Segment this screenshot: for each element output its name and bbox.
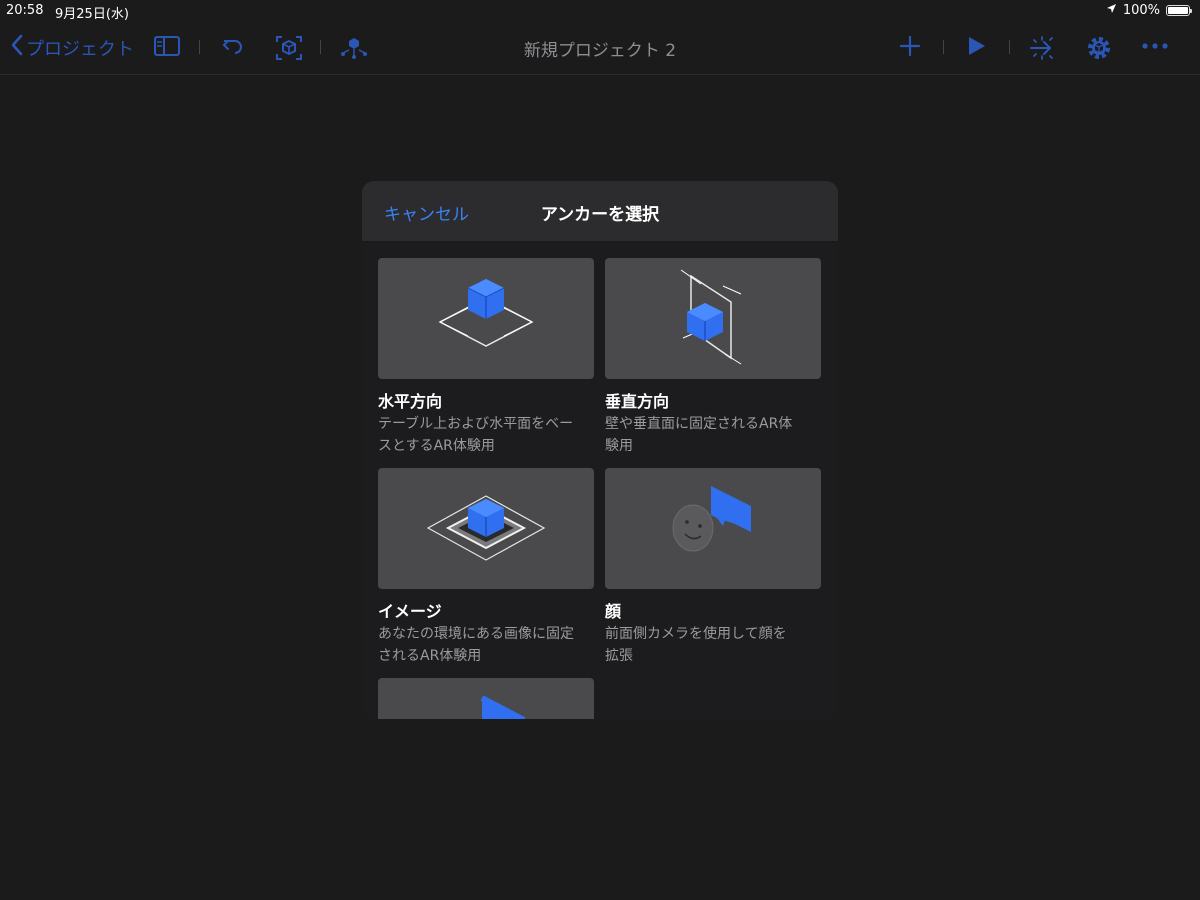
vertical-plane-icon (680, 269, 742, 365)
toolbar: プロジェクト 新規プロジェクト 2 (0, 22, 1200, 75)
anchor-card-face[interactable]: 顔 前面側カメラを使用して顔を 拡張 (605, 468, 821, 667)
anchor-card-desc: 壁や垂直面に固定されるAR体 験用 (605, 413, 821, 457)
anchor-card-desc-line: されるAR体験用 (378, 648, 482, 664)
anchor-picker-modal: キャンセル アンカーを選択 水平方向 テーブル上および水平面をベー スとするAR… (362, 181, 838, 719)
anchor-card-desc: あなたの環境にある画像に固定 されるAR体験用 (378, 623, 594, 667)
anchor-card-desc-line: 験用 (605, 438, 633, 454)
anchor-card-object[interactable] (378, 678, 594, 719)
image-anchor-thumbnail (378, 468, 594, 589)
anchor-card-desc-line: 前面側カメラを使用して顔を (605, 626, 787, 642)
anchor-card-desc-line: 拡張 (605, 648, 633, 664)
battery-percent: 100% (1122, 3, 1160, 18)
image-target-icon (426, 495, 546, 561)
status-right: 100% (1106, 3, 1192, 18)
behaviors-icon (1028, 34, 1058, 66)
anchor-card-desc-line: あなたの環境にある画像に固定 (378, 626, 574, 642)
toolbar-divider (1009, 40, 1010, 54)
face-speech-icon (672, 486, 751, 552)
more-button[interactable] (1140, 34, 1170, 62)
anchor-card-horizontal[interactable]: 水平方向 テーブル上および水平面をベー スとするAR体験用 (378, 258, 594, 457)
modal-header: キャンセル アンカーを選択 (362, 181, 838, 242)
object-anchor-thumbnail (378, 678, 594, 719)
object-anchor-icon (480, 695, 526, 719)
anchor-card-title: 水平方向 (378, 392, 443, 411)
status-time: 20:58 (6, 3, 44, 18)
battery-icon (1166, 5, 1192, 16)
anchor-card-title: 垂直方向 (605, 392, 670, 411)
more-icon (1140, 34, 1170, 62)
add-button[interactable] (898, 34, 922, 62)
anchor-card-desc-line: 壁や垂直面に固定されるAR体 (605, 416, 793, 432)
plus-icon (898, 34, 922, 62)
vertical-anchor-thumbnail (605, 258, 821, 379)
face-anchor-thumbnail (605, 468, 821, 589)
toolbar-divider (943, 40, 944, 54)
anchor-card-desc: テーブル上および水平面をベー スとするAR体験用 (378, 413, 594, 457)
anchor-card-desc-line: テーブル上および水平面をベー (378, 416, 574, 432)
anchor-card-desc-line: スとするAR体験用 (378, 438, 495, 454)
anchor-card-vertical[interactable]: 垂直方向 壁や垂直面に固定されるAR体 験用 (605, 258, 821, 457)
play-icon (964, 34, 988, 62)
location-arrow-icon (1106, 3, 1117, 18)
anchor-card-title: 顔 (605, 602, 622, 621)
settings-gear-icon (1085, 34, 1113, 66)
anchor-card-title: イメージ (378, 602, 442, 621)
horizontal-plane-icon (438, 279, 534, 347)
play-button[interactable] (964, 34, 988, 62)
anchor-card-image[interactable]: イメージ あなたの環境にある画像に固定 されるAR体験用 (378, 468, 594, 667)
status-bar: 20:58 9月25日(水) 100% (0, 0, 1200, 22)
settings-button[interactable] (1085, 34, 1113, 66)
modal-title: アンカーを選択 (540, 205, 660, 225)
anchor-card-desc: 前面側カメラを使用して顔を 拡張 (605, 623, 821, 667)
horizontal-anchor-thumbnail (378, 258, 594, 379)
behaviors-button[interactable] (1028, 34, 1058, 66)
status-date: 9月25日(水) (55, 7, 129, 22)
document-title: 新規プロジェクト 2 (523, 41, 677, 61)
